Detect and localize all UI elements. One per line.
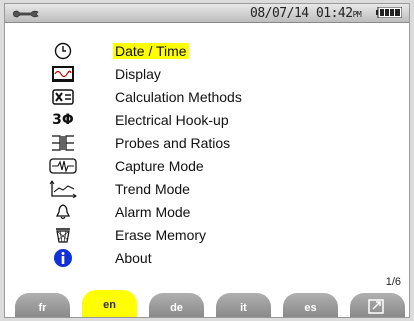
menu-item-date-time[interactable]: Date / Time	[5, 40, 409, 62]
battery-icon	[376, 7, 402, 18]
trend-icon	[49, 179, 77, 199]
tab-fr[interactable]: fr	[15, 293, 70, 317]
menu-item-label: Display	[115, 66, 161, 82]
status-datetime: 08/07/14 01:42PM	[250, 6, 362, 21]
calculation-icon	[49, 87, 77, 107]
tab-de[interactable]: de	[149, 293, 204, 317]
status-bar: 08/07/14 01:42PM	[5, 4, 409, 23]
menu-item-label: Erase Memory	[115, 227, 207, 243]
menu-item-label: Capture Mode	[115, 158, 204, 174]
menu-item-label: Electrical Hook-up	[115, 112, 229, 128]
menu-item-label: Alarm Mode	[115, 204, 191, 220]
capture-icon	[49, 156, 77, 176]
tab-es[interactable]: es	[283, 293, 338, 317]
menu-item-calculation-methods[interactable]: Calculation Methods	[5, 86, 409, 108]
screen-frame: 08/07/14 01:42PM Date / Time Display Cal…	[4, 3, 410, 318]
menu-item-trend-mode[interactable]: Trend Mode	[5, 178, 409, 200]
tab-en[interactable]: en	[82, 290, 137, 317]
function-key-bar: 1/6 fr en de it es	[5, 276, 409, 317]
alarm-bell-icon	[49, 202, 77, 222]
display-icon	[49, 64, 77, 84]
menu-item-label: Calculation Methods	[115, 89, 242, 105]
menu-item-electrical-hookup[interactable]: 3Φ Electrical Hook-up	[5, 109, 409, 131]
status-time: 01:42	[315, 6, 353, 21]
menu-item-label: Date / Time	[113, 43, 189, 59]
status-date: 08/07/14	[250, 6, 309, 21]
menu-item-alarm-mode[interactable]: Alarm Mode	[5, 201, 409, 223]
exit-button[interactable]	[350, 293, 405, 317]
menu-item-display[interactable]: Display	[5, 63, 409, 85]
three-phase-icon: 3Φ	[52, 112, 74, 128]
erase-memory-icon	[49, 225, 77, 245]
page-indicator: 1/6	[385, 276, 401, 288]
menu-item-erase-memory[interactable]: Erase Memory	[5, 224, 409, 246]
wrench-icon	[13, 10, 39, 18]
tab-it[interactable]: it	[216, 293, 271, 317]
info-icon	[49, 248, 77, 268]
menu-item-label: About	[115, 250, 152, 266]
menu-item-label: Trend Mode	[115, 181, 190, 197]
status-ampm: PM	[352, 10, 362, 19]
clock-icon	[49, 41, 77, 61]
menu-item-capture-mode[interactable]: Capture Mode	[5, 155, 409, 177]
menu-item-label: Probes and Ratios	[115, 135, 231, 151]
probe-icon	[49, 133, 77, 153]
menu-item-probes-ratios[interactable]: Probes and Ratios	[5, 132, 409, 154]
exit-icon	[368, 299, 384, 314]
menu-item-about[interactable]: About	[5, 247, 409, 269]
